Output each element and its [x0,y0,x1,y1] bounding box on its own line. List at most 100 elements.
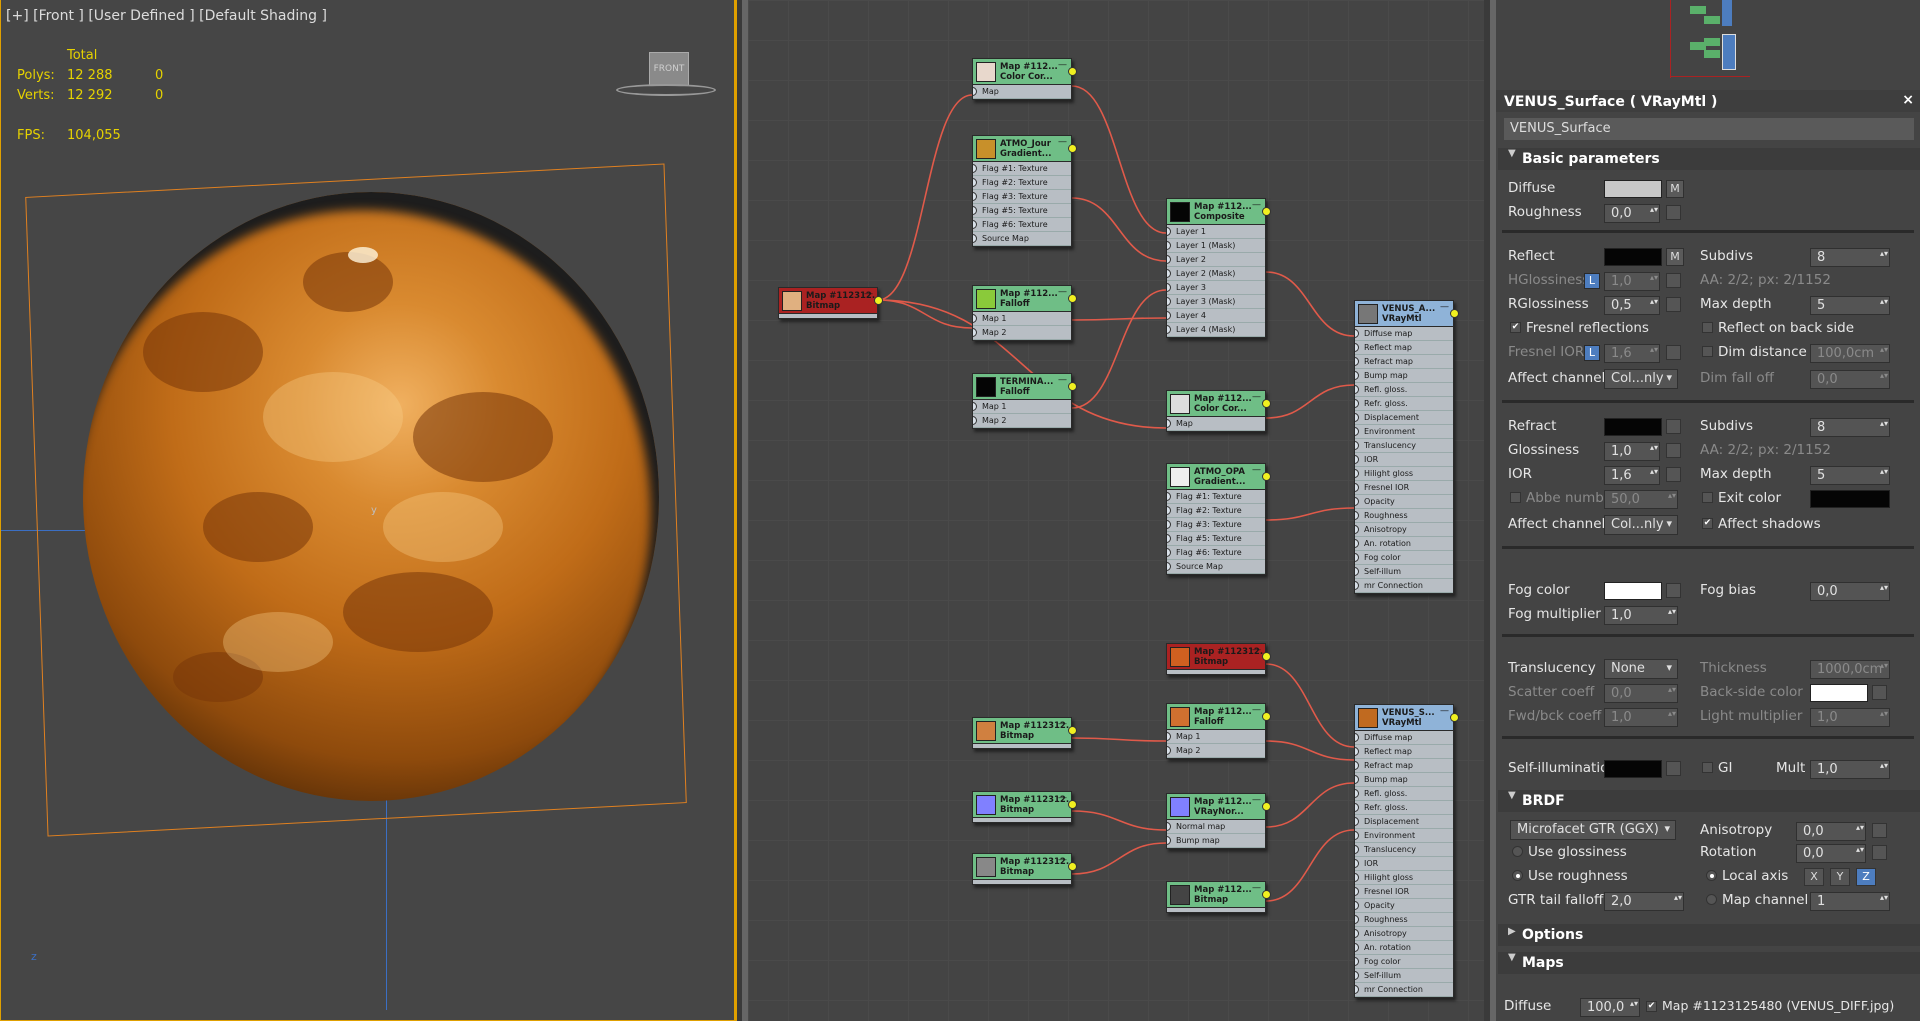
fwd-bck-coeff-spinner[interactable]: 1,0 [1604,708,1678,727]
maps-diffuse-amount-spinner[interactable]: 100,0 [1580,998,1640,1017]
input-socket[interactable] [1355,803,1359,812]
node-bmp2[interactable]: Map #112312... Bitmap— [1166,643,1271,675]
input-socket[interactable] [1355,859,1359,868]
node-slot[interactable]: Bump map [1167,834,1265,848]
node-slot[interactable]: Self-illum [1355,565,1453,579]
node-slot[interactable]: Map 2 [973,414,1071,428]
input-socket[interactable] [1167,520,1171,529]
node-slot[interactable]: Refr. gloss. [1355,397,1453,411]
node-slot[interactable]: Map [973,85,1071,99]
output-socket[interactable] [1068,726,1077,735]
node-slot[interactable]: Environment [1355,829,1453,843]
node-slot[interactable]: IOR [1355,453,1453,467]
exit-color-swatch[interactable] [1810,490,1890,508]
input-socket[interactable] [1355,817,1359,826]
node-slot[interactable]: Roughness [1355,913,1453,927]
node-bmp4[interactable]: Map #112312... Bitmap— [972,791,1077,823]
diffuse-map-button[interactable]: M [1666,180,1684,198]
use-roughness-radio[interactable] [1512,870,1523,881]
viewcube[interactable]: FRONT [649,52,689,86]
node-grad1[interactable]: ATMO_Jour Gradient... — Flag #1: Texture Fl… [972,135,1077,247]
ior-spinner[interactable]: 1,6 [1604,466,1660,485]
node-slot[interactable]: Layer 3 (Mask) [1167,295,1265,309]
node-slot[interactable]: Layer 2 [1167,253,1265,267]
node-slot[interactable]: Diffuse map [1355,731,1453,745]
dim-distance-spinner[interactable]: 100,0cm [1810,344,1890,363]
input-socket[interactable] [1355,929,1359,938]
rglossiness-map-button[interactable] [1666,297,1681,312]
diffuse-color-swatch[interactable] [1604,180,1662,198]
slate-material-editor-view[interactable]: Map #112... Color Cor... — Map ATMO_Jour Gr… [742,0,1484,1021]
use-glossiness-radio[interactable] [1512,846,1523,857]
input-socket[interactable] [1355,971,1359,980]
translucency-dropdown[interactable]: None [1604,659,1678,679]
input-socket[interactable] [1355,873,1359,882]
node-slot[interactable]: Layer 2 (Mask) [1167,267,1265,281]
input-socket[interactable] [1355,581,1359,590]
rollout-maps[interactable]: Maps [1498,952,1920,974]
input-socket[interactable] [1355,831,1359,840]
input-socket[interactable] [1355,427,1359,436]
minimize-icon[interactable]: — [1058,375,1067,385]
input-socket[interactable] [1355,511,1359,520]
input-socket[interactable] [1355,915,1359,924]
reflect-affect-channels-dropdown[interactable]: Col...nly [1604,369,1678,389]
refract-glossiness-map-button[interactable] [1666,443,1681,458]
input-socket[interactable] [973,328,977,337]
input-socket[interactable] [1355,469,1359,478]
fresnel-ior-spinner[interactable]: 1,6 [1604,344,1660,363]
output-socket[interactable] [1262,207,1271,216]
node-slot[interactable]: IOR [1355,857,1453,871]
input-socket[interactable] [1355,985,1359,994]
node-slot[interactable]: Diffuse map [1355,327,1453,341]
node-slot[interactable]: Refl. gloss. [1355,383,1453,397]
back-side-color-swatch[interactable] [1810,684,1868,702]
node-slot[interactable]: Flag #6: Texture [973,218,1071,232]
node-slot[interactable]: Map [1167,417,1265,431]
node-slot[interactable]: Flag #2: Texture [973,176,1071,190]
rollout-options[interactable]: Options [1498,924,1920,946]
output-socket[interactable] [1068,382,1077,391]
node-slot[interactable]: Layer 4 [1167,309,1265,323]
minimize-icon[interactable]: — [1058,60,1067,70]
output-socket[interactable] [1262,802,1271,811]
reflect-back-side-checkbox[interactable] [1702,322,1713,333]
node-slot[interactable]: Map 1 [973,312,1071,326]
node-slot[interactable]: Flag #5: Texture [1167,532,1265,546]
minimize-icon[interactable]: — [1440,302,1449,312]
output-socket[interactable] [1068,862,1077,871]
node-bmp5[interactable]: Map #112312... Bitmap— [972,853,1077,885]
input-socket[interactable] [1355,553,1359,562]
exit-color-checkbox[interactable] [1702,492,1713,503]
node-slot[interactable]: Bump map [1355,369,1453,383]
input-socket[interactable] [1355,957,1359,966]
node-bmp1[interactable]: Map #112312... Bitmap— [778,287,883,319]
input-socket[interactable] [1355,483,1359,492]
output-socket[interactable] [1068,144,1077,153]
abbe-number-checkbox[interactable] [1510,492,1521,503]
node-fall1[interactable]: Map #112... Falloff — Map 1 Map 2 [972,285,1077,341]
input-socket[interactable] [973,87,977,96]
input-socket[interactable] [1167,255,1171,264]
refract-subdivs-spinner[interactable]: 8 [1810,418,1890,437]
node-term[interactable]: TERMINA... Falloff — Map 1 Map 2 [972,373,1077,429]
node-slot[interactable]: An. rotation [1355,941,1453,955]
node-slot[interactable]: Fresnel IOR [1355,481,1453,495]
viewport-label[interactable]: [+] [Front ] [User Defined ] [Default Sh… [6,8,327,24]
navigator-minimap[interactable] [1490,0,1920,88]
node-slot[interactable]: Translucency [1355,439,1453,453]
node-slot[interactable]: Anisotropy [1355,927,1453,941]
node-slot[interactable]: Hilight gloss [1355,467,1453,481]
node-slot[interactable]: Reflect map [1355,341,1453,355]
output-socket[interactable] [1068,67,1077,76]
viewport-front[interactable]: [+] [Front ] [User Defined ] [Default Sh… [0,0,737,1021]
node-slot[interactable]: mr Connection [1355,579,1453,593]
rglossiness-spinner[interactable]: 0,5 [1604,296,1660,315]
node-slot[interactable]: Layer 1 (Mask) [1167,239,1265,253]
input-socket[interactable] [973,178,977,187]
minimize-icon[interactable]: — [1252,705,1261,715]
minimize-icon[interactable]: — [1058,719,1067,729]
input-socket[interactable] [1355,329,1359,338]
node-slot[interactable]: Layer 3 [1167,281,1265,295]
input-socket[interactable] [1355,761,1359,770]
